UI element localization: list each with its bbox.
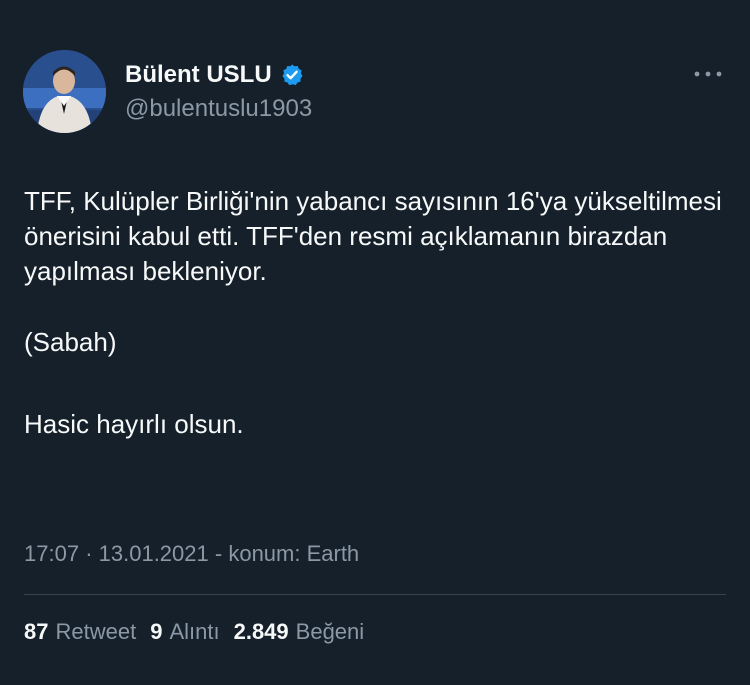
tweet-text: TFF, Kulüpler Birliği'nin yabancı sayısı… (24, 184, 724, 442)
retweet-count: 87 (24, 619, 49, 644)
more-options-icon[interactable] (692, 62, 724, 86)
meta-dash: - (214, 541, 229, 566)
quote-label: Alıntı (169, 619, 220, 644)
author-info: Bülent USLU @bulentuslu1903 (125, 58, 312, 126)
tweet-paragraph: TFF, Kulüpler Birliği'nin yabancı sayısı… (24, 186, 730, 286)
tweet-paragraph: Hasic hayırlı olsun. (24, 409, 244, 439)
tweet-location: konum: Earth (228, 541, 360, 566)
tweet-card: Bülent USLU @bulentuslu1903 TFF, Kulüple… (0, 0, 750, 685)
author-name-row: Bülent USLU (125, 58, 312, 92)
like-count: 2.849 (233, 619, 289, 644)
author-handle[interactable]: @bulentuslu1903 (125, 92, 312, 126)
tweet-paragraph: (Sabah) (24, 327, 117, 357)
likes-stat[interactable]: 2.849 Beğeni (234, 617, 365, 647)
tweet-meta: 17:07 · 13.01.2021 - konum: Earth (24, 539, 359, 569)
quotes-stat[interactable]: 9 Alıntı (150, 617, 219, 647)
quote-count: 9 (150, 619, 163, 644)
tweet-date[interactable]: 13.01.2021 (99, 541, 209, 566)
author-display-name[interactable]: Bülent USLU (125, 58, 272, 92)
like-label: Beğeni (295, 619, 365, 644)
tweet-time[interactable]: 17:07 (24, 541, 79, 566)
avatar-photo (23, 50, 106, 133)
retweet-label: Retweet (55, 619, 137, 644)
divider (24, 594, 726, 595)
retweets-stat[interactable]: 87 Retweet (24, 617, 136, 647)
tweet-stats: 87 Retweet 9 Alıntı 2.849 Beğeni (24, 617, 364, 647)
verified-badge-icon (280, 63, 304, 87)
meta-separator: · (85, 541, 99, 566)
author-avatar[interactable] (23, 50, 106, 133)
